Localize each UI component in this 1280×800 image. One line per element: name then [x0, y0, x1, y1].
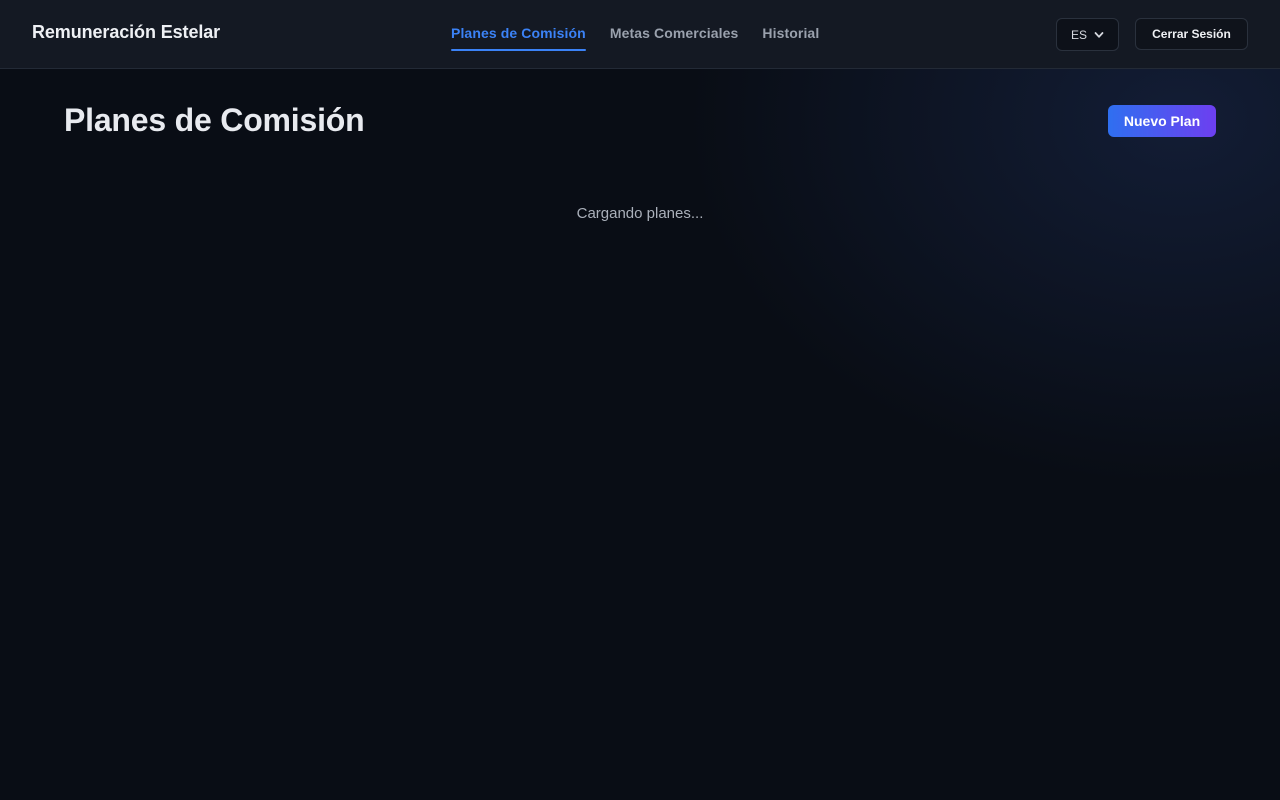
main-nav: Planes de Comisión Metas Comerciales His… [451, 0, 819, 68]
page-title: Planes de Comisión [64, 102, 365, 138]
chevron-down-icon [1094, 31, 1104, 38]
language-select[interactable]: ES [1056, 18, 1119, 51]
top-navigation-bar: Remuneración Estelar Planes de Comisión … [0, 0, 1280, 69]
new-plan-button[interactable]: Nuevo Plan [1108, 105, 1216, 137]
loading-message: Cargando planes... [576, 205, 704, 222]
language-select-value: ES [1070, 27, 1087, 42]
app-brand: Remuneración Estelar [32, 22, 221, 42]
nav-tab-historial[interactable]: Historial [762, 0, 819, 68]
nav-tab-metas-comerciales[interactable]: Metas Comerciales [610, 0, 739, 68]
nav-tab-planes-de-comision[interactable]: Planes de Comisión [451, 0, 586, 68]
logout-button[interactable]: Cerrar Sesión [1135, 18, 1248, 50]
